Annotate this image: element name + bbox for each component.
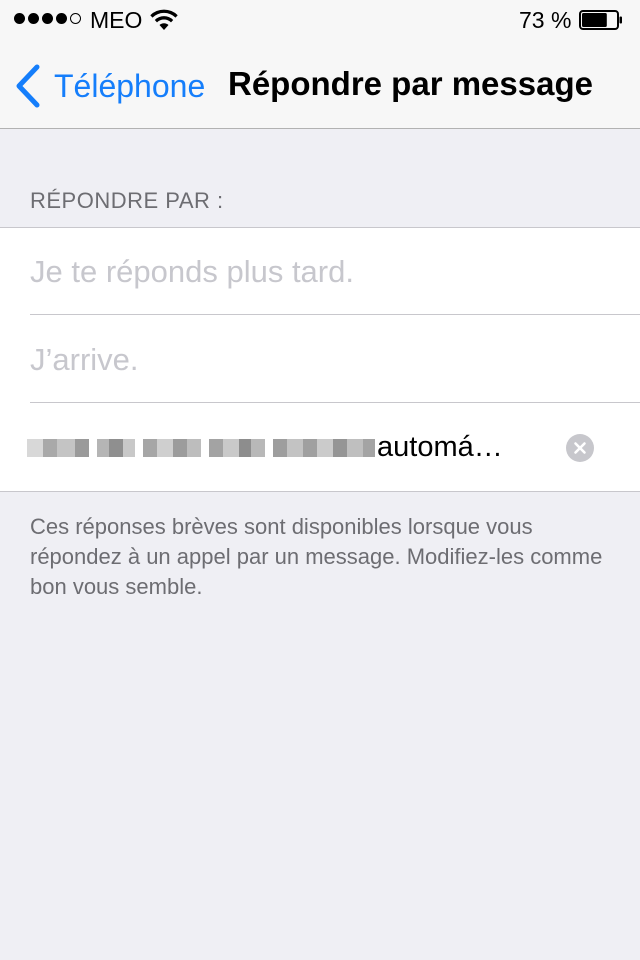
quick-reply-row[interactable]: Je te réponds plus tard. (0, 228, 640, 315)
signal-dot (70, 13, 81, 24)
quick-reply-input[interactable]: J’arrive. (30, 316, 139, 403)
row-separator (30, 402, 640, 403)
quick-reply-row-editing[interactable]: automá… (0, 404, 640, 491)
quick-reply-row[interactable]: J’arrive. (0, 316, 640, 403)
signal-dot (56, 13, 67, 24)
quick-reply-text: automá… (377, 431, 503, 463)
signal-dot (28, 13, 39, 24)
row-separator (30, 314, 640, 315)
signal-dot (42, 13, 53, 24)
battery-percentage: 73 % (519, 7, 572, 33)
pixelated-text (27, 433, 375, 463)
wifi-icon (150, 9, 178, 30)
back-button[interactable]: Téléphone (14, 64, 205, 108)
carrier-name: MEO (90, 7, 143, 33)
page-title: Répondre par message (228, 65, 593, 102)
navigation-bar: Téléphone Répondre par message (0, 40, 640, 129)
clear-text-button[interactable] (566, 434, 594, 462)
battery-icon (579, 10, 622, 30)
status-bar: MEO 73 % (0, 0, 640, 40)
quick-reply-input[interactable]: Je te réponds plus tard. (30, 228, 354, 315)
close-icon (574, 442, 586, 454)
section-header: RÉPONDRE PAR : (30, 188, 224, 213)
chevron-left-icon (16, 64, 40, 108)
signal-dot (14, 13, 25, 24)
back-button-label: Téléphone (54, 67, 206, 104)
section-footer: Ces réponses brèves sont disponibles lor… (30, 514, 603, 599)
quick-reply-list: Je te réponds plus tard. J’arrive. autom… (0, 227, 640, 492)
quick-reply-input-active[interactable]: automá… (27, 404, 503, 491)
signal-strength-icon (14, 13, 81, 24)
